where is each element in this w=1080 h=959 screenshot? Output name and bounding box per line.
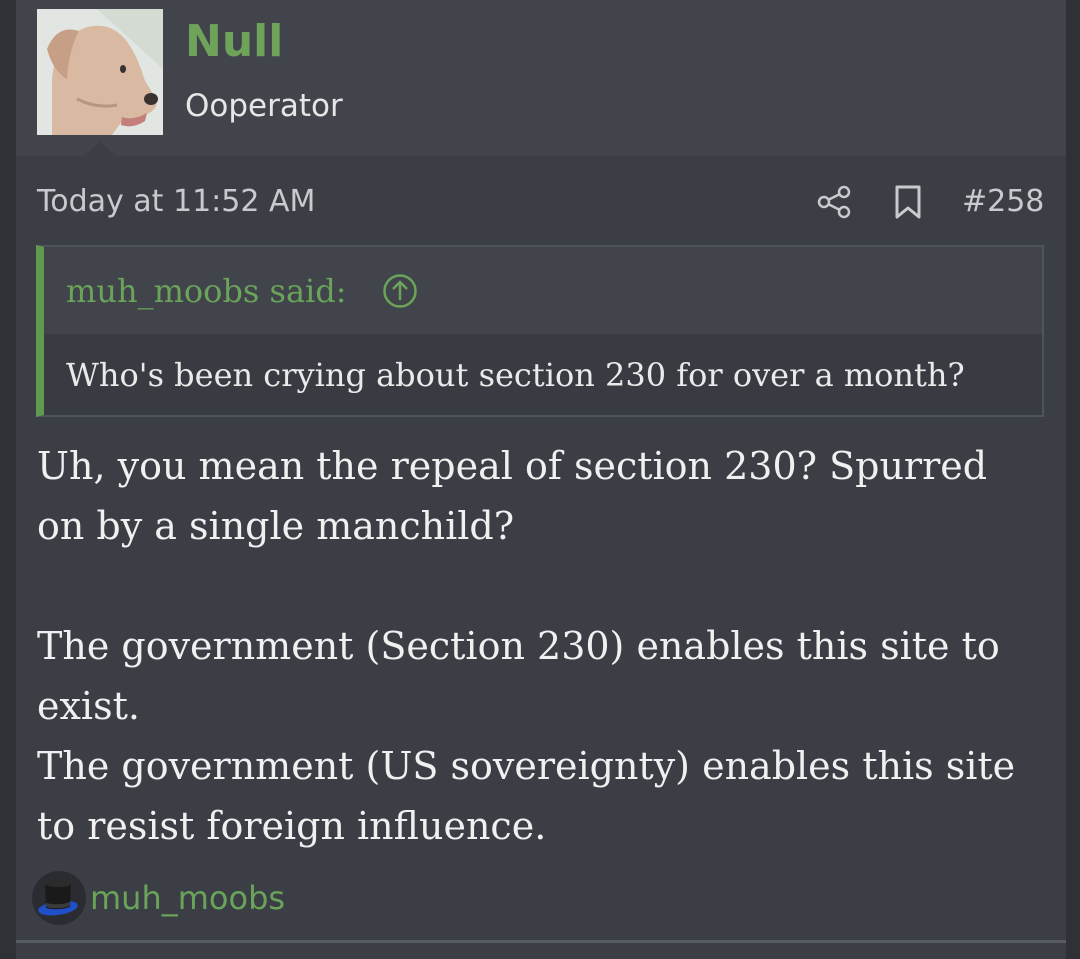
message-paragraph: The government (US sovereignty) enables … bbox=[37, 744, 1016, 848]
reactions-bar[interactable]: muh_moobs bbox=[32, 870, 285, 926]
post-number[interactable]: #258 bbox=[962, 182, 1044, 222]
top-hat-icon bbox=[32, 871, 86, 925]
reaction-user-link[interactable]: muh_moobs bbox=[90, 878, 285, 918]
post: Null Ooperator Today at 11:52 AM #258 mu… bbox=[16, 0, 1066, 959]
username[interactable]: Null bbox=[185, 14, 283, 70]
bookmark-icon[interactable] bbox=[892, 184, 924, 220]
quote-block: muh_moobs said: Who's been crying about … bbox=[36, 245, 1044, 417]
arrow-up-circle-icon[interactable] bbox=[382, 273, 418, 309]
header-arrow bbox=[84, 142, 116, 156]
user-header: Null Ooperator bbox=[16, 0, 1066, 156]
message-paragraph: Uh, you mean the repeal of section 230? … bbox=[37, 444, 988, 548]
avatar[interactable] bbox=[37, 9, 163, 135]
quote-text: Who's been crying about section 230 for … bbox=[66, 356, 965, 394]
quote-author[interactable]: muh_moobs said: bbox=[66, 271, 347, 311]
user-title: Ooperator bbox=[185, 88, 343, 124]
quote-header: muh_moobs said: bbox=[44, 247, 1042, 334]
divider bbox=[16, 940, 1066, 943]
share-icon[interactable] bbox=[816, 184, 852, 220]
dog-avatar-icon bbox=[37, 9, 163, 135]
message-body: Uh, you mean the repeal of section 230? … bbox=[37, 436, 1027, 856]
message-paragraph: The government (Section 230) enables thi… bbox=[37, 624, 1000, 728]
post-date[interactable]: Today at 11:52 AM bbox=[37, 182, 315, 222]
